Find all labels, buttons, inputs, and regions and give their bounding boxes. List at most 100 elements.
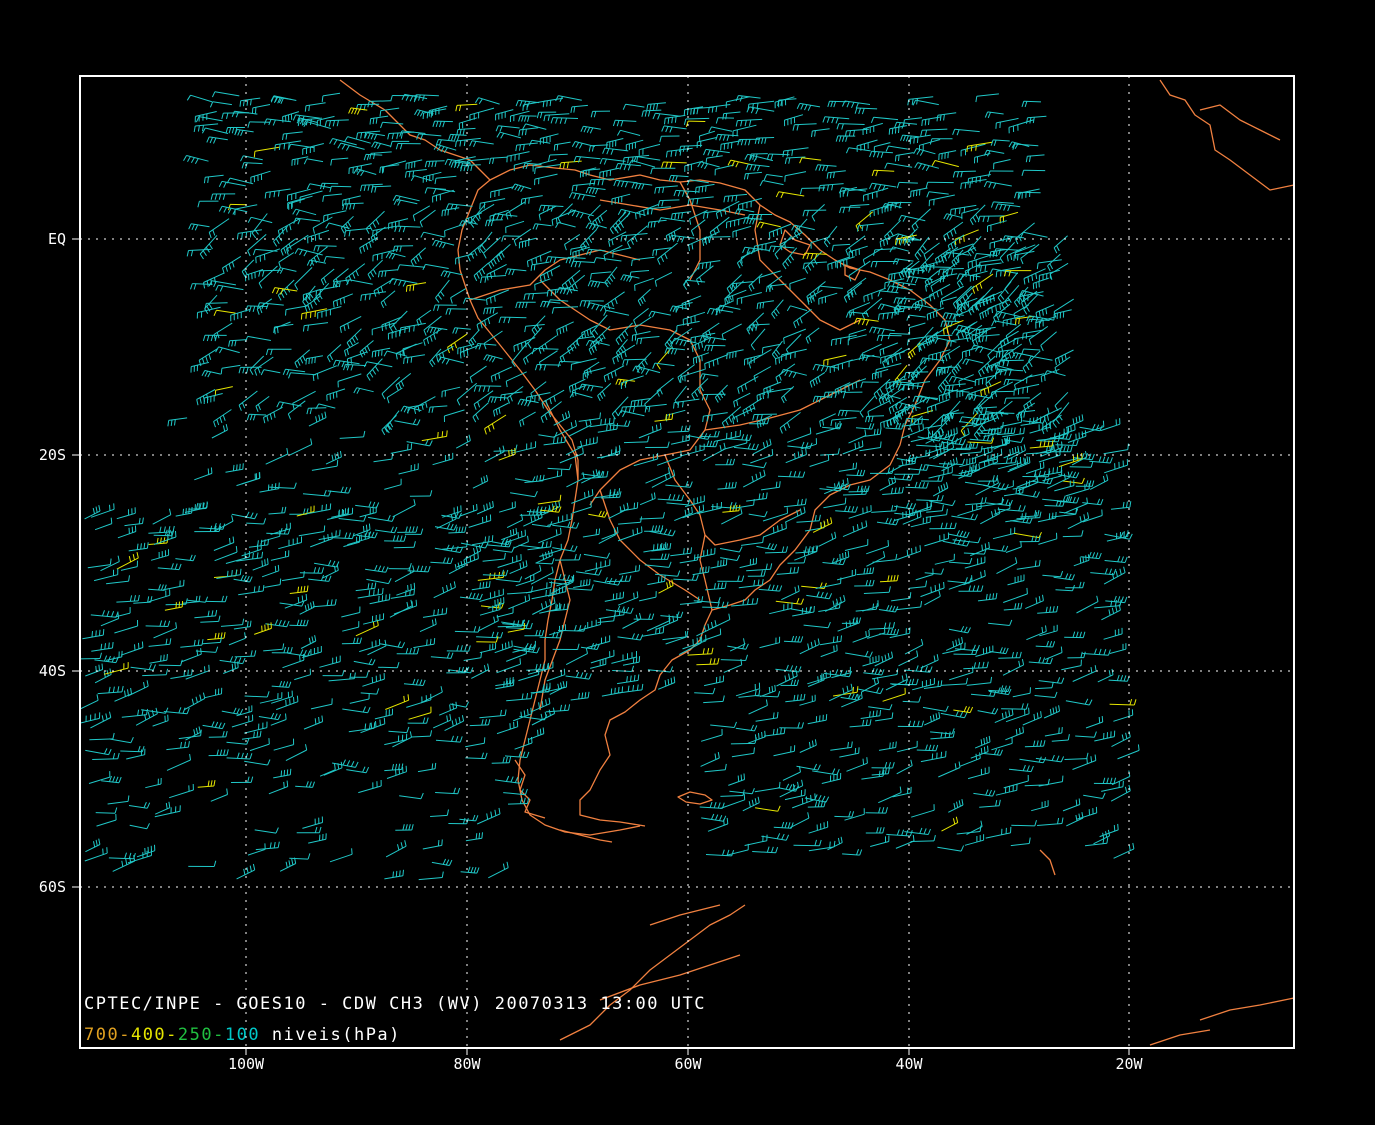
wind-barb-feather [775, 358, 777, 365]
wind-barb-feather [253, 731, 255, 738]
wind-barb-feather [160, 655, 162, 662]
wind-barb-feather [382, 587, 384, 595]
wind-barb-feather [704, 363, 706, 370]
wind-barb-feather [465, 557, 468, 564]
wind-barb-feather [542, 101, 545, 108]
wind-barb-feather [967, 178, 969, 185]
wind-barb-feather [110, 517, 113, 524]
wind-barb-feather [1014, 446, 1017, 454]
wind-barb-feather [264, 192, 267, 199]
wind-barb-feather [482, 582, 485, 589]
wind-barb-feather [942, 276, 945, 283]
wind-barb-feather [413, 325, 415, 332]
wind-barb-feather [761, 347, 764, 354]
wind-barb-feather [410, 583, 412, 590]
wind-barb-feather [527, 709, 529, 716]
wind-barb-feather [91, 631, 93, 638]
wind-barb-feather [426, 112, 429, 119]
wind-barb-feather [327, 534, 329, 541]
wind-barb-feather [520, 711, 523, 718]
wind-barb-feather [724, 298, 726, 305]
wind-barb-feather [285, 309, 287, 316]
wind-barb-feather [882, 348, 885, 355]
wind-barb-feather [925, 450, 927, 457]
wind-barb-feather [728, 296, 730, 304]
wind-barb-feather [1018, 318, 1020, 325]
wind-barb-feather [1036, 476, 1039, 483]
wind-barb-feather [928, 118, 930, 125]
wind-barb-feather [1048, 468, 1050, 475]
wind-barb-feather [226, 570, 229, 577]
wind-barb-feather [407, 585, 409, 592]
wind-barb-feather [372, 230, 374, 237]
wind-barb-feather [407, 694, 410, 701]
wind-barb-feather [863, 296, 865, 303]
wind-barb-feather [1014, 252, 1017, 259]
wind-barb-feather [485, 581, 488, 588]
wind-barb-feather [343, 297, 346, 304]
wind-barb-feather [229, 537, 231, 545]
wind-barb-feather [1019, 428, 1022, 435]
wind-barb-feather [296, 695, 299, 702]
wind-barb-feather [249, 231, 252, 238]
wind-barb-feather [95, 630, 97, 637]
wind-barb-feather [321, 715, 324, 722]
wind-barb-feather [285, 713, 287, 720]
wind-barb-feather [526, 104, 528, 111]
wind-barb [899, 181, 918, 184]
wind-barb-feather [952, 251, 955, 258]
wind-barb-feather [893, 273, 896, 280]
wind-barb-feather [683, 109, 686, 116]
wind-barb-feather [570, 249, 572, 256]
wind-barb-feather [477, 552, 479, 559]
wind-barb-feather [555, 217, 558, 224]
wind-barb-feather [503, 394, 506, 401]
wind-barb-feather [941, 419, 943, 426]
wind-barb-feather [537, 729, 539, 736]
wind-barb-feather [412, 284, 415, 291]
wind-barb-feather [534, 284, 536, 291]
wind-barb [145, 625, 168, 627]
wind-barb-feather [263, 254, 266, 261]
wind-barb-feather [979, 176, 981, 183]
wind-barb-feather [913, 137, 915, 144]
wind-barb-feather [422, 112, 425, 120]
wind-barb-feather [960, 183, 962, 190]
wind-barb-feather [851, 383, 854, 390]
wind-barb-feather [778, 357, 780, 364]
wind-barb [393, 546, 415, 549]
wind-barb-feather [98, 664, 100, 671]
wind-barb-feather [534, 395, 536, 402]
wind-barb-feather [220, 368, 223, 375]
wind-barb-feather [297, 596, 300, 603]
wind-map: EQ 20S 40S 60S 100W 80W 60W 40W 20W CPTE… [0, 0, 1375, 1125]
wind-barb [299, 572, 322, 574]
wind-barb-feather [430, 111, 433, 118]
wind-barb-feather [404, 326, 406, 333]
wind-barb-feather [399, 327, 402, 334]
wind-barb-feather [576, 338, 579, 345]
wind-barb-feather [949, 209, 952, 216]
wind-barb-feather [437, 608, 439, 616]
wind-barb [685, 117, 710, 120]
wind-barb-feather [604, 418, 607, 425]
wind-barb-feather [971, 177, 973, 184]
wind-barb-feather [555, 529, 558, 536]
wind-barb-feather [262, 585, 265, 592]
wind-barb [158, 664, 181, 667]
wind-barb-feather [695, 187, 697, 194]
wind-barb-feather [686, 109, 689, 116]
wind-barb [206, 302, 228, 304]
wind-barb-feather [381, 349, 383, 356]
wind-barb-feather [304, 105, 307, 112]
wind-barb-feather [995, 250, 998, 257]
wind-barb-feather [235, 546, 238, 553]
wind-barb-feather [523, 710, 526, 717]
wind-barb [497, 625, 522, 628]
wind-barb-feather [702, 416, 704, 423]
wind-barb-feather [891, 273, 893, 280]
wind-barb-feather [204, 666, 206, 673]
wind-barb-feather [712, 360, 715, 367]
wind-barb-feather [236, 233, 239, 240]
wind-barb-feather [732, 295, 734, 302]
